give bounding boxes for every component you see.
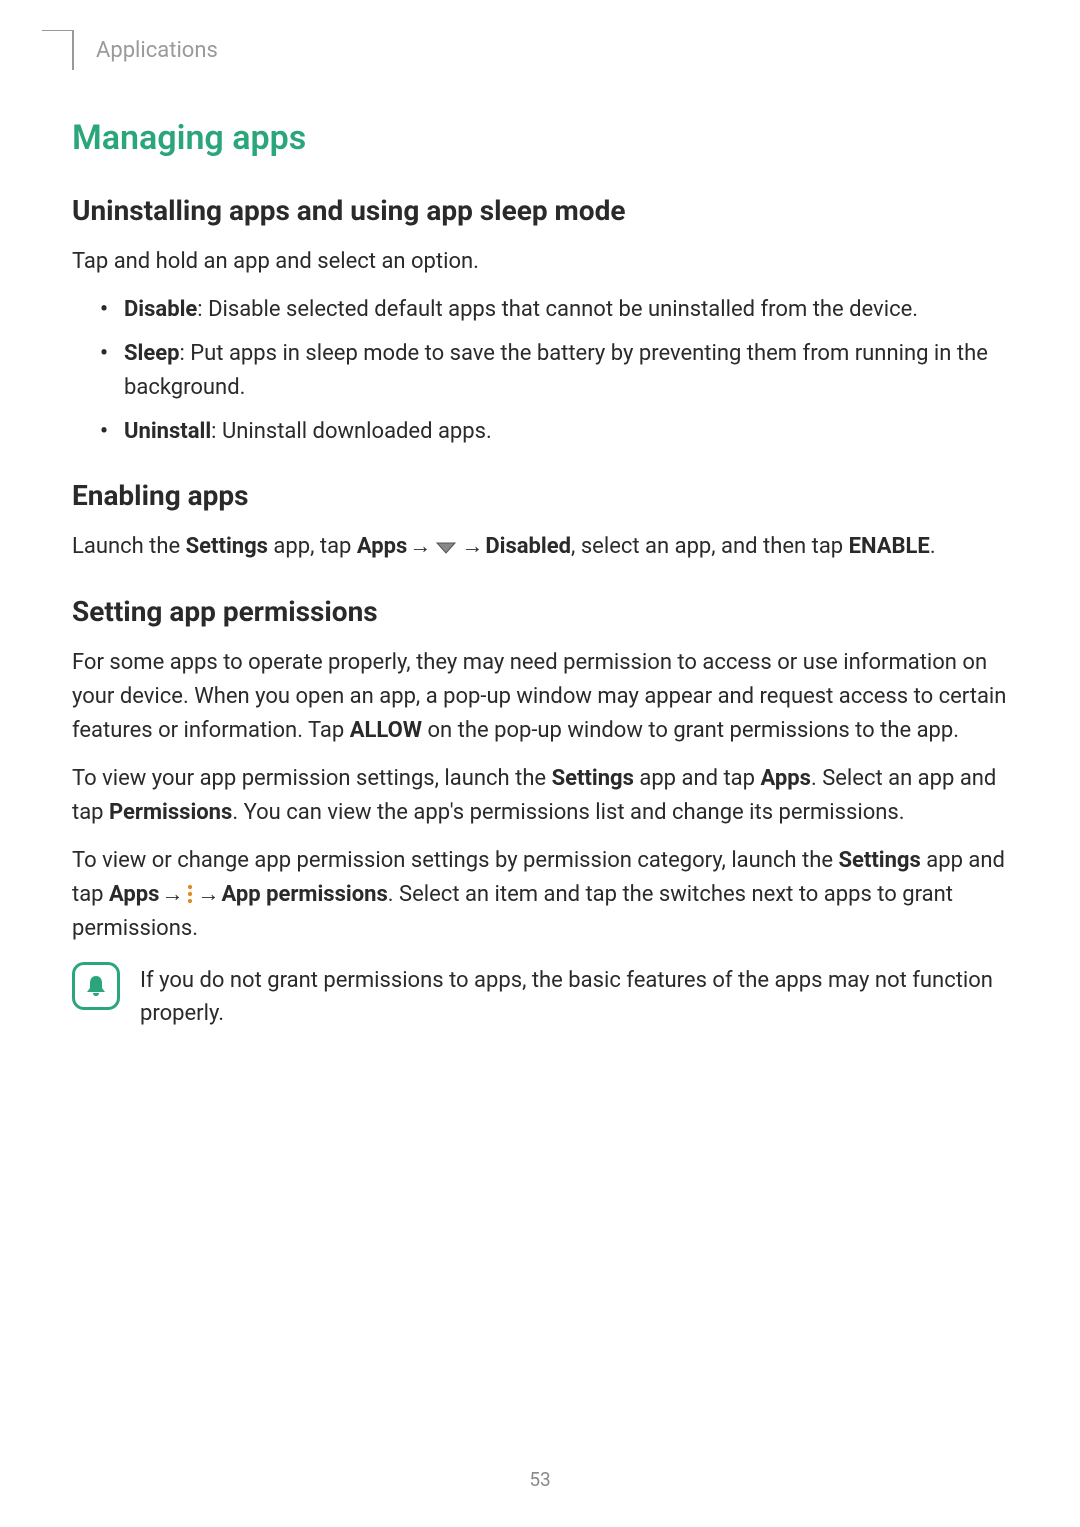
- text-fragment: app, tap: [268, 534, 357, 559]
- heading-enabling: Enabling apps: [72, 479, 1008, 512]
- permissions-p1: For some apps to operate properly, they …: [72, 646, 1008, 748]
- list-item: Sleep: Put apps in sleep mode to save th…: [100, 337, 1008, 405]
- uninstall-list: Disable: Disable selected default apps t…: [100, 293, 1008, 449]
- text-fragment: Launch the: [72, 534, 186, 559]
- arrow-icon: →: [197, 878, 219, 912]
- heading-uninstalling: Uninstalling apps and using app sleep mo…: [72, 194, 1008, 227]
- text-fragment: on the pop-up window to grant permission…: [422, 718, 959, 743]
- apps-label: Apps: [760, 766, 810, 791]
- text-fragment: .: [930, 534, 936, 559]
- arrow-icon: →: [161, 878, 183, 912]
- arrow-icon: →: [461, 530, 483, 564]
- uninstall-label: Uninstall: [124, 419, 211, 444]
- text-fragment: . You can view the app's permissions lis…: [232, 800, 904, 825]
- settings-label: Settings: [838, 848, 920, 873]
- text-fragment: , select an app, and then tap: [571, 534, 849, 559]
- page-number: 53: [0, 1468, 1080, 1491]
- permissions-label: Permissions: [109, 800, 232, 825]
- sleep-label: Sleep: [124, 341, 180, 366]
- permissions-p2: To view your app permission settings, la…: [72, 762, 1008, 830]
- disable-label: Disable: [124, 297, 197, 322]
- text-fragment: To view or change app permission setting…: [72, 848, 838, 873]
- permissions-p3: To view or change app permission setting…: [72, 844, 1008, 946]
- arrow-icon: →: [409, 530, 431, 564]
- enabling-paragraph: Launch the Settings app, tap Apps → → Di…: [72, 530, 1008, 564]
- breadcrumb: Applications: [96, 38, 218, 63]
- bell-icon: [72, 962, 120, 1010]
- apps-label: Apps: [357, 534, 407, 559]
- note-text: If you do not grant permissions to apps,…: [140, 962, 1008, 1030]
- apps-label: Apps: [109, 882, 159, 907]
- list-item: Uninstall: Uninstall downloaded apps.: [100, 415, 1008, 449]
- section-title: Managing apps: [72, 118, 1008, 158]
- sleep-desc: : Put apps in sleep mode to save the bat…: [124, 341, 988, 400]
- text-fragment: app and tap: [634, 766, 761, 791]
- uninstall-intro: Tap and hold an app and select an option…: [72, 245, 1008, 279]
- page-header: Applications: [72, 30, 1008, 70]
- settings-label: Settings: [186, 534, 268, 559]
- disabled-label: Disabled: [485, 534, 571, 559]
- dropdown-icon: [435, 541, 457, 555]
- text-fragment: To view your app permission settings, la…: [72, 766, 552, 791]
- note-callout: If you do not grant permissions to apps,…: [72, 962, 1008, 1030]
- app-permissions-label: App permissions: [221, 882, 387, 907]
- header-divider: [72, 30, 74, 70]
- more-options-icon: [185, 883, 195, 905]
- uninstall-desc: : Uninstall downloaded apps.: [211, 419, 492, 444]
- disable-desc: : Disable selected default apps that can…: [197, 297, 918, 322]
- enable-label: ENABLE: [849, 534, 930, 559]
- heading-permissions: Setting app permissions: [72, 595, 1008, 628]
- allow-label: ALLOW: [350, 718, 422, 743]
- list-item: Disable: Disable selected default apps t…: [100, 293, 1008, 327]
- settings-label: Settings: [552, 766, 634, 791]
